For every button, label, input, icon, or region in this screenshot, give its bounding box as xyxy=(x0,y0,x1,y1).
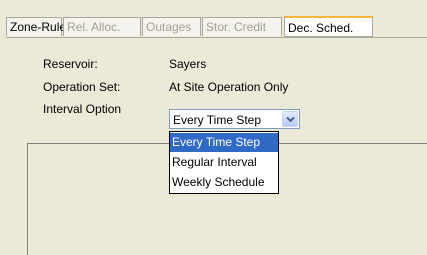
operation-set-value: At Site Operation Only xyxy=(169,80,289,94)
option-every-time-step[interactable]: Every Time Step xyxy=(170,133,278,152)
tab-zone-rules[interactable]: Zone-Rules xyxy=(6,17,72,36)
operation-set-label: Operation Set: xyxy=(43,80,121,94)
option-regular-interval[interactable]: Regular Interval xyxy=(170,153,278,172)
tab-stor-credit: Stor. Credit xyxy=(202,17,282,36)
tab-dec-sched[interactable]: Dec. Sched. xyxy=(284,16,373,37)
reservoir-label: Reservoir: xyxy=(43,57,98,71)
tab-panel-border xyxy=(6,37,427,38)
chevron-down-icon xyxy=(286,116,295,123)
combo-dropdown-button[interactable] xyxy=(282,111,298,127)
interval-option-value: Every Time Step xyxy=(173,113,262,127)
option-weekly-schedule[interactable]: Weekly Schedule xyxy=(170,173,278,192)
reservoir-value: Sayers xyxy=(169,57,207,71)
interval-option-dropdown: Every Time Step Regular Interval Weekly … xyxy=(169,131,279,194)
tab-rel-alloc: Rel. Alloc. xyxy=(63,17,141,36)
interval-option-select[interactable]: Every Time Step xyxy=(169,109,300,129)
interval-option-label: Interval Option xyxy=(43,102,122,116)
tab-outages: Outages xyxy=(142,17,201,36)
tab-strip: Zone-Rules Rel. Alloc. Outages Stor. Cre… xyxy=(6,4,427,38)
